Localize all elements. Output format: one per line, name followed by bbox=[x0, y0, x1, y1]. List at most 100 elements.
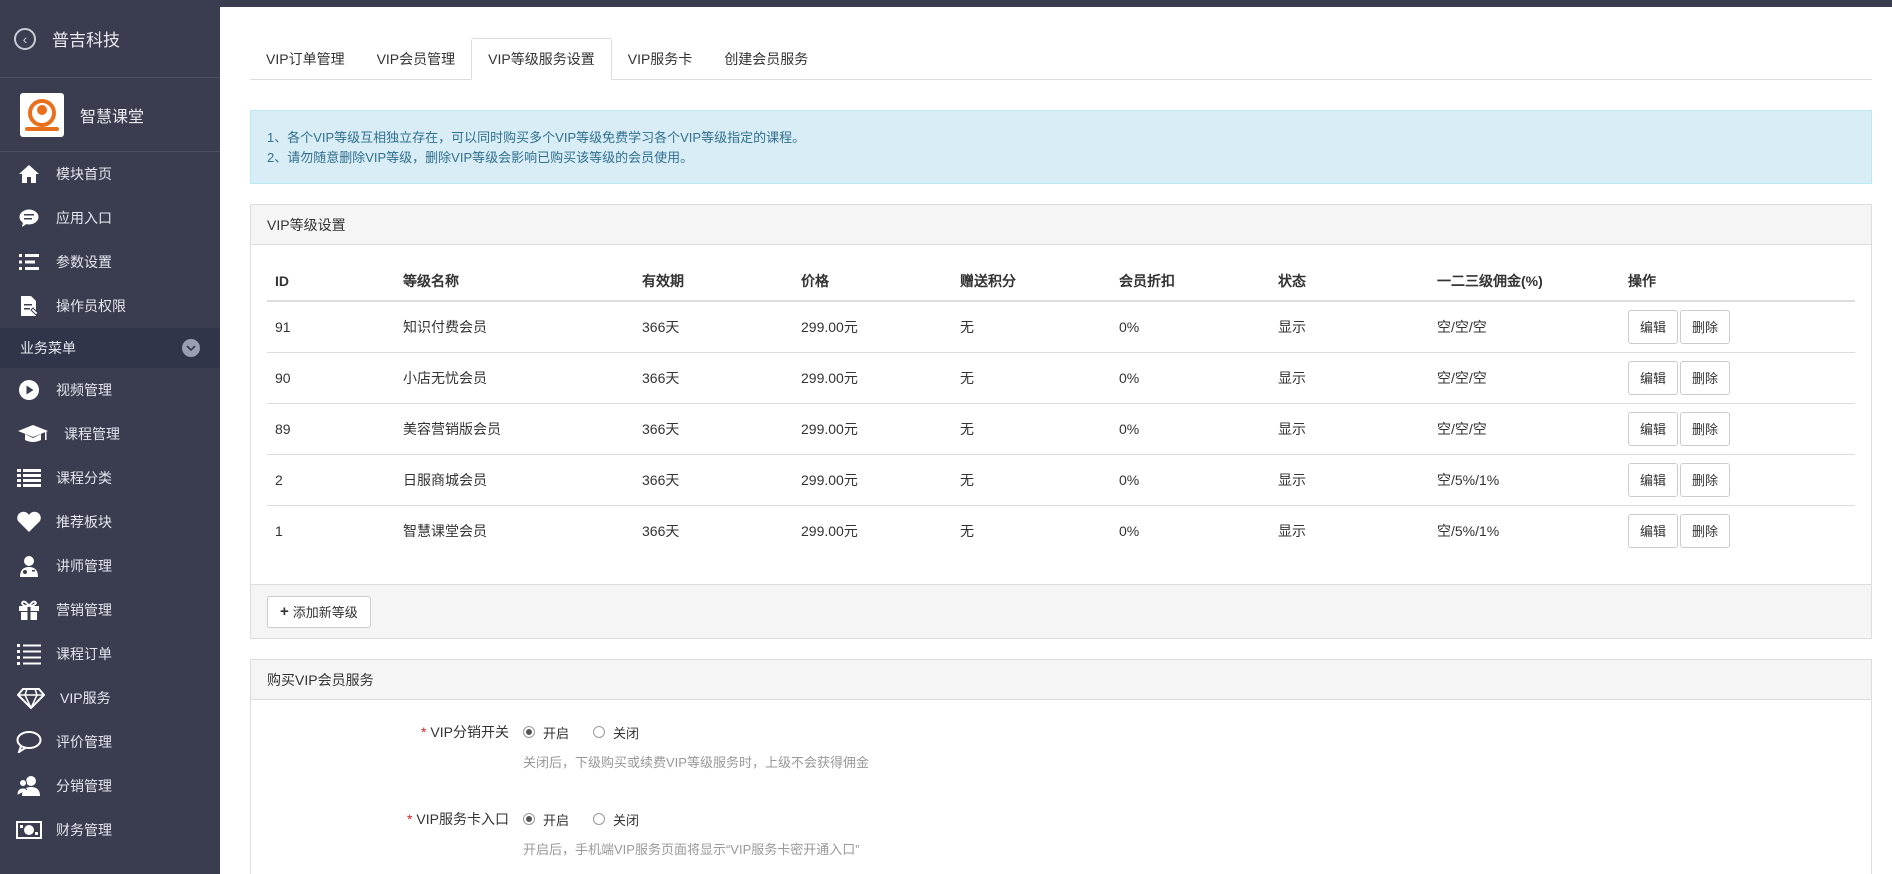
cell-id: 1 bbox=[275, 522, 283, 539]
sidebar-item-recommend[interactable]: 推荐板块 bbox=[0, 500, 220, 544]
sidebar-item-label: 财务管理 bbox=[56, 822, 112, 838]
panel-body: ID 等级名称 有效期 价格 赠送积分 会员折扣 状态 一二三级佣金(%) 操作… bbox=[251, 245, 1871, 584]
cell-id: 90 bbox=[267, 352, 395, 404]
delete-button[interactable]: 删除 bbox=[1680, 360, 1731, 395]
list-settings-icon bbox=[16, 249, 42, 275]
form-label: * VIP分销开关 bbox=[251, 722, 523, 742]
tab-vip-level-settings[interactable]: VIP等级服务设置 bbox=[471, 38, 612, 80]
radio-label: 开启 bbox=[543, 812, 570, 828]
edit-button[interactable]: 编辑 bbox=[1628, 513, 1679, 548]
main-content: VIP订单管理 VIP会员管理 VIP等级服务设置 VIP服务卡 创建会员服务 … bbox=[250, 38, 1872, 874]
radio-label: 关闭 bbox=[613, 812, 640, 828]
table-row: 89 美容营销版会员 366天 299.00元 无 0% 显示 空/空/空 编辑… bbox=[267, 403, 1855, 455]
cell-actions: 编辑 删除 bbox=[1620, 454, 1855, 506]
sidebar-item-label: 讲师管理 bbox=[56, 558, 112, 574]
vip-levels-table: ID 等级名称 有效期 价格 赠送积分 会员折扣 状态 一二三级佣金(%) 操作… bbox=[267, 261, 1855, 556]
sidebar-item-distribution[interactable]: 分销管理 bbox=[0, 764, 220, 808]
back-icon[interactable]: ‹ bbox=[14, 27, 36, 50]
edit-button[interactable]: 编辑 bbox=[1628, 462, 1679, 497]
radio-label: 关闭 bbox=[613, 725, 640, 741]
list-icon bbox=[16, 465, 42, 491]
radio-checked-icon bbox=[523, 813, 535, 825]
form-row-card-entry: * VIP服务卡入口 开启 关闭 开启后，手机端VIP服务页面将显示“VIP服务卡… bbox=[251, 809, 1871, 858]
tab-vip-orders[interactable]: VIP订单管理 bbox=[250, 38, 361, 80]
sidebar-item-permissions[interactable]: 操作员权限 bbox=[0, 284, 220, 328]
sidebar-item-category[interactable]: 课程分类 bbox=[0, 456, 220, 500]
sidebar-item-video[interactable]: 视频管理 bbox=[0, 368, 220, 412]
sidebar-item-home[interactable]: 模块首页 bbox=[0, 152, 220, 196]
help-text: 关闭后，下级购买或续费VIP等级服务时，上级不会获得佣金 bbox=[523, 755, 869, 770]
radio-group: 开启 关闭 bbox=[523, 809, 860, 829]
cell-name: 美容营销版会员 bbox=[395, 403, 634, 455]
cell-discount: 0% bbox=[1111, 352, 1270, 404]
cell-name: 智慧课堂会员 bbox=[403, 522, 487, 539]
sidebar-item-finance[interactable]: 财务管理 bbox=[0, 808, 220, 852]
radio-off[interactable]: 关闭 bbox=[593, 810, 639, 829]
cell-status: 显示 bbox=[1270, 301, 1429, 353]
col-price: 价格 bbox=[793, 261, 952, 302]
tab-vip-cards[interactable]: VIP服务卡 bbox=[612, 38, 709, 80]
cell-discount: 0% bbox=[1119, 522, 1140, 539]
edit-button[interactable]: 编辑 bbox=[1628, 411, 1679, 446]
sidebar-item-app-entry[interactable]: 应用入口 bbox=[0, 196, 220, 240]
info-alert: 1、各个VIP等级互相独立存在，可以同时购买多个VIP等级免费学习各个VIP等级… bbox=[250, 110, 1872, 184]
cell-name: 知识付费会员 bbox=[395, 301, 634, 353]
user-md-icon bbox=[16, 553, 42, 579]
brand-name: 普吉科技 bbox=[52, 31, 120, 50]
sidebar-item-review[interactable]: 评价管理 bbox=[0, 720, 220, 764]
cell-status: 显示 bbox=[1270, 454, 1429, 506]
edit-button[interactable]: 编辑 bbox=[1628, 309, 1679, 344]
cell-price: 299.00元 bbox=[793, 454, 952, 506]
app-logo bbox=[20, 92, 64, 137]
sidebar-item-label: VIP服务 bbox=[60, 690, 111, 706]
heart-icon bbox=[16, 509, 42, 535]
chat-icon bbox=[16, 205, 42, 231]
sidebar-item-label: 课程分类 bbox=[56, 470, 112, 486]
cell-status: 显示 bbox=[1278, 522, 1306, 539]
cell-name: 日服商城会员 bbox=[395, 454, 634, 506]
sidebar-group-business[interactable]: 业务菜单 bbox=[0, 328, 220, 368]
tab-create-service[interactable]: 创建会员服务 bbox=[708, 38, 824, 80]
cell-validity: 366天 bbox=[634, 352, 793, 404]
col-name: 等级名称 bbox=[395, 261, 634, 302]
sidebar-header: ‹ 普吉科技 bbox=[0, 0, 220, 78]
cell-points: 无 bbox=[952, 301, 1111, 353]
sidebar-item-label: 营销管理 bbox=[56, 602, 112, 618]
cell-price: 299.00元 bbox=[793, 301, 952, 353]
delete-button[interactable]: 删除 bbox=[1680, 513, 1731, 548]
sidebar-item-settings[interactable]: 参数设置 bbox=[0, 240, 220, 284]
chevron-down-icon bbox=[182, 339, 200, 357]
sidebar-item-orders[interactable]: 课程订单 bbox=[0, 632, 220, 676]
sidebar-item-marketing[interactable]: 营销管理 bbox=[0, 588, 220, 632]
delete-button[interactable]: 删除 bbox=[1680, 309, 1731, 344]
add-level-button[interactable]: + 添加新等级 bbox=[267, 595, 371, 628]
help-text: 开启后，手机端VIP服务页面将显示“VIP服务卡密开通入口” bbox=[523, 842, 860, 857]
radio-off[interactable]: 关闭 bbox=[593, 723, 639, 742]
delete-button[interactable]: 删除 bbox=[1680, 411, 1731, 446]
cell-actions: 编辑 删除 bbox=[1620, 301, 1855, 353]
cell-commission: 空/空/空 bbox=[1429, 403, 1620, 455]
table-row: 91 知识付费会员 366天 299.00元 无 0% 显示 空/空/空 编辑删… bbox=[267, 301, 1855, 353]
delete-button[interactable]: 删除 bbox=[1680, 462, 1731, 497]
required-icon: * bbox=[406, 811, 413, 827]
graduation-cap-icon bbox=[16, 421, 50, 447]
cell-actions: 编辑 删除 bbox=[1620, 403, 1855, 455]
radio-on[interactable]: 开启 bbox=[523, 810, 569, 829]
sidebar-item-teacher[interactable]: 讲师管理 bbox=[0, 544, 220, 588]
cell-price: 299.00元 bbox=[793, 403, 952, 455]
form-row-distribution-switch: * VIP分销开关 开启 关闭 关闭后，下级购买或续费VIP等级服务时，上级不会获… bbox=[251, 722, 1871, 771]
radio-checked-icon bbox=[523, 726, 535, 738]
cell-points: 无 bbox=[952, 454, 1111, 506]
sidebar-item-course[interactable]: 课程管理 bbox=[0, 412, 220, 456]
cell-id: 91 bbox=[267, 301, 395, 353]
cell-validity: 366天 bbox=[634, 454, 793, 506]
edit-button[interactable]: 编辑 bbox=[1628, 360, 1679, 395]
radio-on[interactable]: 开启 bbox=[523, 723, 569, 742]
tab-vip-members[interactable]: VIP会员管理 bbox=[361, 38, 472, 80]
sidebar-item-label: 分销管理 bbox=[56, 778, 112, 794]
cell-actions: 编辑 删除 bbox=[1620, 505, 1855, 556]
table-row: 2 日服商城会员 366天 299.00元 无 0% 显示 空/5%/1% 编辑… bbox=[267, 454, 1855, 506]
sidebar-item-vip[interactable]: VIP服务 bbox=[0, 676, 220, 720]
alert-line-1: 1、各个VIP等级互相独立存在，可以同时购买多个VIP等级免费学习各个VIP等级… bbox=[267, 130, 806, 145]
sidebar-item-label: 课程订单 bbox=[56, 646, 112, 662]
